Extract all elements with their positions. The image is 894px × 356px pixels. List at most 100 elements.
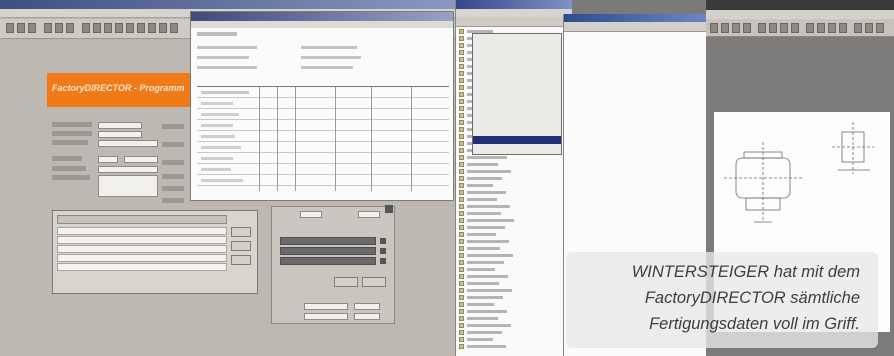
toolbar-icon[interactable] bbox=[104, 23, 112, 33]
toolbar-icon[interactable] bbox=[159, 23, 167, 33]
resource-bar[interactable] bbox=[280, 247, 376, 255]
menu-item[interactable] bbox=[473, 38, 561, 46]
toolbar-icon[interactable] bbox=[93, 23, 101, 33]
form-field[interactable] bbox=[304, 303, 348, 310]
tree-node[interactable] bbox=[456, 154, 572, 161]
toolbar-icon[interactable] bbox=[791, 23, 799, 33]
tree-node[interactable] bbox=[456, 189, 572, 196]
toolbar-icon[interactable] bbox=[839, 23, 847, 33]
grid-button[interactable] bbox=[231, 241, 251, 251]
toolbar-icon[interactable] bbox=[137, 23, 145, 33]
tree-node[interactable] bbox=[456, 203, 572, 210]
tree-node[interactable] bbox=[456, 161, 572, 168]
form-field[interactable] bbox=[358, 211, 380, 218]
toolbar-icon[interactable] bbox=[28, 23, 36, 33]
form-field[interactable] bbox=[354, 303, 380, 310]
form-field[interactable] bbox=[98, 122, 142, 129]
window-titlebar[interactable] bbox=[0, 0, 457, 9]
menu-item[interactable] bbox=[473, 74, 561, 82]
grid-button[interactable] bbox=[231, 255, 251, 265]
tree-node[interactable] bbox=[456, 252, 572, 259]
menu-item[interactable] bbox=[473, 62, 561, 70]
toolbar-icon[interactable] bbox=[55, 23, 63, 33]
tree-node[interactable] bbox=[456, 294, 572, 301]
tree-node[interactable] bbox=[456, 245, 572, 252]
toolbar-icon[interactable] bbox=[148, 23, 156, 33]
menu-item[interactable] bbox=[473, 110, 561, 118]
toolbar-icon[interactable] bbox=[769, 23, 777, 33]
menu-bar[interactable] bbox=[191, 21, 453, 28]
tree-node[interactable] bbox=[456, 280, 572, 287]
tree-node[interactable] bbox=[456, 259, 572, 266]
toolbar-icon[interactable] bbox=[82, 23, 90, 33]
table-row[interactable] bbox=[57, 254, 227, 262]
tree-node[interactable] bbox=[456, 315, 572, 322]
menu-item[interactable] bbox=[473, 94, 561, 102]
form-field[interactable] bbox=[300, 211, 322, 218]
menu-item[interactable] bbox=[473, 126, 561, 134]
toolbar-icon[interactable] bbox=[66, 23, 74, 33]
form-field[interactable] bbox=[98, 166, 158, 173]
toolbar-icon[interactable] bbox=[710, 23, 718, 33]
tree-node[interactable] bbox=[456, 266, 572, 273]
table-row[interactable] bbox=[57, 227, 227, 235]
window-titlebar[interactable] bbox=[456, 0, 572, 9]
tree-node[interactable] bbox=[456, 308, 572, 315]
toolbar-icon[interactable] bbox=[854, 23, 862, 33]
form-field[interactable] bbox=[304, 313, 348, 320]
tree-node[interactable] bbox=[456, 343, 572, 350]
tree-node[interactable] bbox=[456, 336, 572, 343]
toolbar-icon[interactable] bbox=[115, 23, 123, 33]
menu-item[interactable] bbox=[473, 54, 561, 62]
panel-button[interactable] bbox=[334, 277, 358, 287]
tree-node[interactable] bbox=[456, 168, 572, 175]
close-icon[interactable] bbox=[385, 205, 393, 213]
toolbar-icon[interactable] bbox=[126, 23, 134, 33]
tree-node[interactable] bbox=[456, 322, 572, 329]
tree-node[interactable] bbox=[456, 182, 572, 189]
window-titlebar[interactable] bbox=[191, 12, 453, 21]
toolbar-icon[interactable] bbox=[732, 23, 740, 33]
tree-node[interactable] bbox=[456, 238, 572, 245]
form-field[interactable] bbox=[98, 156, 118, 163]
toolbar-icon[interactable] bbox=[817, 23, 825, 33]
grid-button[interactable] bbox=[231, 227, 251, 237]
tree-node[interactable] bbox=[456, 217, 572, 224]
form-field[interactable] bbox=[124, 156, 158, 163]
toolbar-icon[interactable] bbox=[780, 23, 788, 33]
toolbar-icon[interactable] bbox=[758, 23, 766, 33]
tree-node[interactable] bbox=[456, 224, 572, 231]
toolbar-icon[interactable] bbox=[876, 23, 884, 33]
toolbar-icon[interactable] bbox=[865, 23, 873, 33]
resource-bar[interactable] bbox=[280, 257, 376, 265]
table-row[interactable] bbox=[57, 263, 227, 271]
toolbar-icon[interactable] bbox=[17, 23, 25, 33]
menu-bar[interactable] bbox=[456, 9, 572, 17]
table-row[interactable] bbox=[57, 245, 227, 253]
panel-button[interactable] bbox=[362, 277, 386, 287]
toolbar-icon[interactable] bbox=[6, 23, 14, 33]
menu-item[interactable] bbox=[473, 102, 561, 110]
window-titlebar[interactable] bbox=[564, 14, 707, 22]
menu-item[interactable] bbox=[473, 46, 561, 54]
toolbar-icon[interactable] bbox=[828, 23, 836, 33]
resource-bar[interactable] bbox=[280, 237, 376, 245]
menu-bar[interactable] bbox=[706, 10, 894, 19]
tree-node[interactable] bbox=[456, 210, 572, 217]
toolbar-icon[interactable] bbox=[743, 23, 751, 33]
tree-node[interactable] bbox=[456, 231, 572, 238]
toolbar-icon[interactable] bbox=[44, 23, 52, 33]
tree-node[interactable] bbox=[456, 175, 572, 182]
window-titlebar[interactable] bbox=[706, 0, 894, 10]
tree-node[interactable] bbox=[456, 273, 572, 280]
table-row[interactable] bbox=[57, 236, 227, 244]
toolbar-icon[interactable] bbox=[170, 23, 178, 33]
menu-item[interactable] bbox=[473, 146, 561, 154]
notes-textarea[interactable] bbox=[98, 175, 158, 197]
menu-item[interactable] bbox=[473, 118, 561, 126]
form-field[interactable] bbox=[98, 131, 142, 138]
form-field[interactable] bbox=[354, 313, 380, 320]
tree-node[interactable] bbox=[456, 287, 572, 294]
tree-node[interactable] bbox=[456, 301, 572, 308]
form-field[interactable] bbox=[98, 140, 158, 147]
